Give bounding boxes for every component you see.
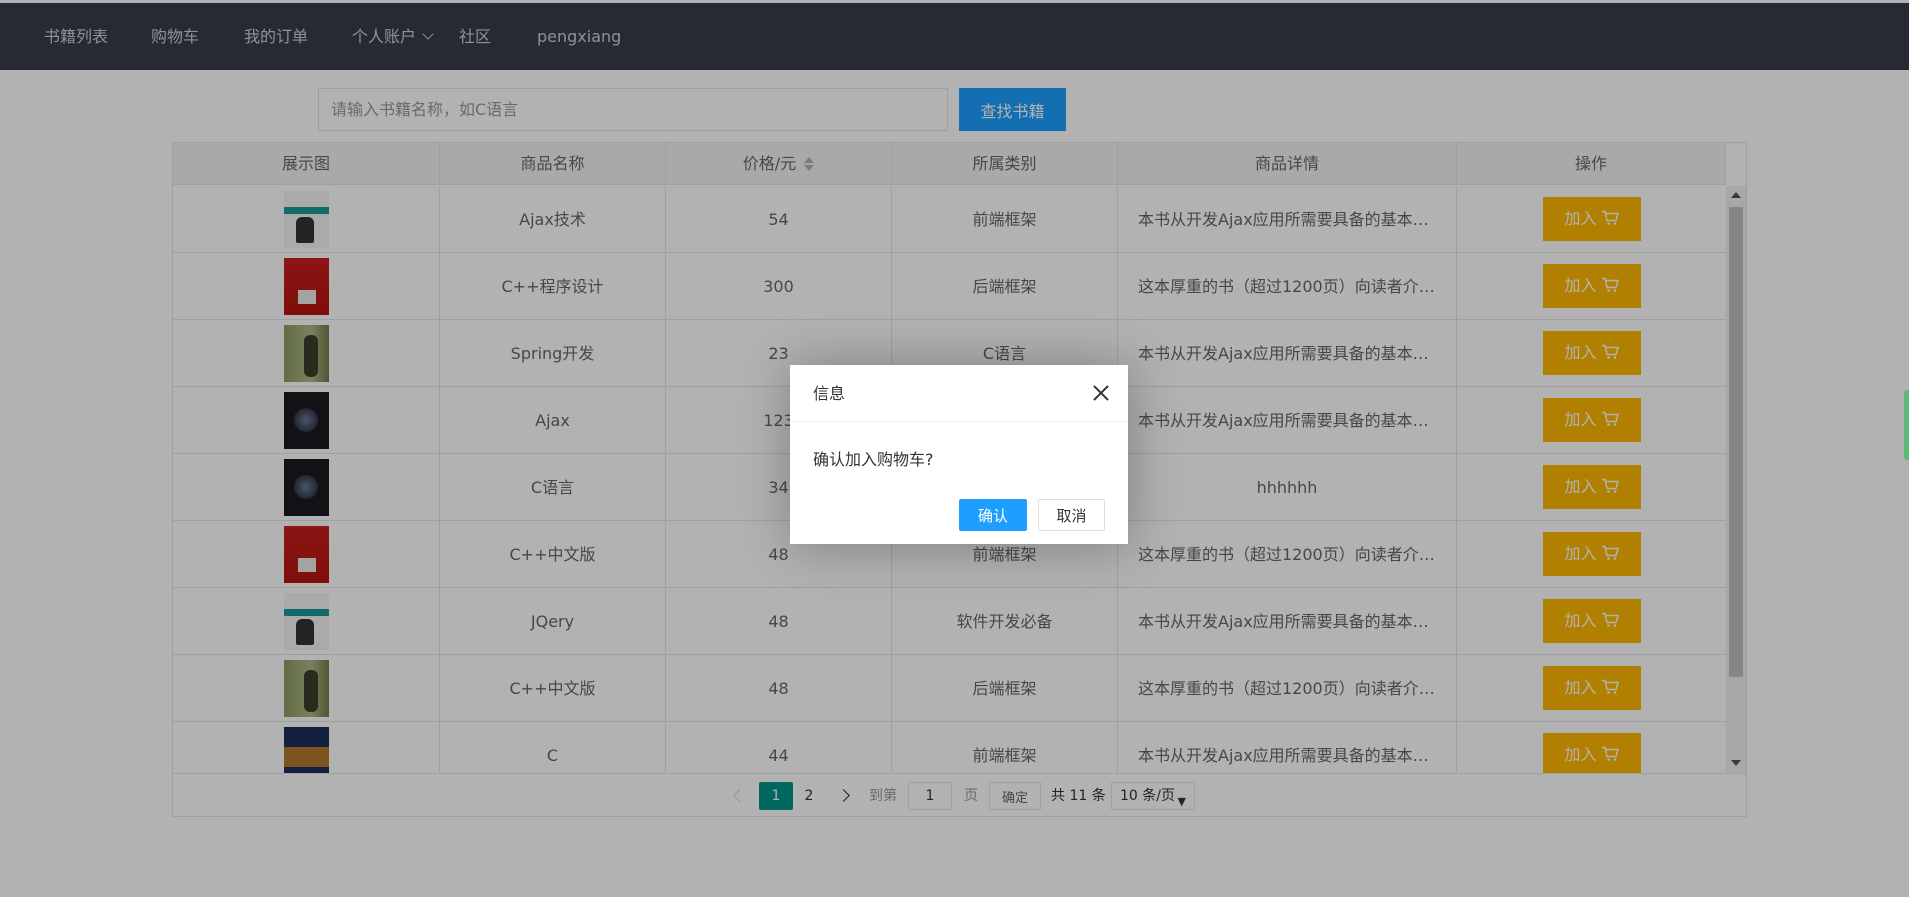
- dialog-message: 确认加入购物车?: [813, 450, 934, 469]
- confirm-button[interactable]: 确认: [959, 499, 1027, 531]
- cancel-button[interactable]: 取消: [1038, 499, 1105, 531]
- dialog-title: 信息: [790, 365, 1128, 422]
- close-icon[interactable]: [1092, 384, 1110, 402]
- side-edge-tab[interactable]: [1904, 390, 1909, 460]
- confirm-dialog: 信息 确认加入购物车? 确认 取消: [790, 365, 1128, 544]
